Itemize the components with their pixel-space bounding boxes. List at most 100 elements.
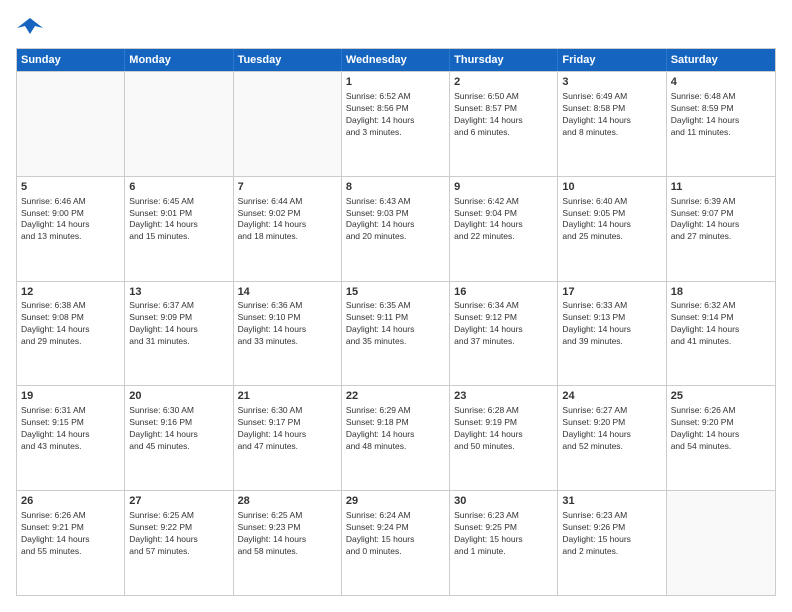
day-info: Sunrise: 6:38 AM Sunset: 9:08 PM Dayligh… <box>21 300 120 348</box>
day-number: 16 <box>454 285 553 300</box>
cal-cell: 12Sunrise: 6:38 AM Sunset: 9:08 PM Dayli… <box>17 282 125 386</box>
cal-week-row: 19Sunrise: 6:31 AM Sunset: 9:15 PM Dayli… <box>17 385 775 490</box>
cal-cell: 1Sunrise: 6:52 AM Sunset: 8:56 PM Daylig… <box>342 72 450 176</box>
header-friday: Friday <box>558 49 666 71</box>
calendar: Sunday Monday Tuesday Wednesday Thursday… <box>16 48 776 596</box>
cal-cell: 28Sunrise: 6:25 AM Sunset: 9:23 PM Dayli… <box>234 491 342 595</box>
day-number: 18 <box>671 285 771 300</box>
day-number: 19 <box>21 389 120 404</box>
day-info: Sunrise: 6:23 AM Sunset: 9:25 PM Dayligh… <box>454 510 553 558</box>
day-number: 21 <box>238 389 337 404</box>
cal-cell: 30Sunrise: 6:23 AM Sunset: 9:25 PM Dayli… <box>450 491 558 595</box>
cal-cell: 3Sunrise: 6:49 AM Sunset: 8:58 PM Daylig… <box>558 72 666 176</box>
day-number: 28 <box>238 494 337 509</box>
day-info: Sunrise: 6:26 AM Sunset: 9:21 PM Dayligh… <box>21 510 120 558</box>
cal-cell: 8Sunrise: 6:43 AM Sunset: 9:03 PM Daylig… <box>342 177 450 281</box>
day-info: Sunrise: 6:46 AM Sunset: 9:00 PM Dayligh… <box>21 196 120 244</box>
cal-cell: 2Sunrise: 6:50 AM Sunset: 8:57 PM Daylig… <box>450 72 558 176</box>
cal-week-row: 12Sunrise: 6:38 AM Sunset: 9:08 PM Dayli… <box>17 281 775 386</box>
day-info: Sunrise: 6:26 AM Sunset: 9:20 PM Dayligh… <box>671 405 771 453</box>
header-thursday: Thursday <box>450 49 558 71</box>
day-number: 23 <box>454 389 553 404</box>
cal-cell: 31Sunrise: 6:23 AM Sunset: 9:26 PM Dayli… <box>558 491 666 595</box>
day-info: Sunrise: 6:42 AM Sunset: 9:04 PM Dayligh… <box>454 196 553 244</box>
day-info: Sunrise: 6:39 AM Sunset: 9:07 PM Dayligh… <box>671 196 771 244</box>
cal-cell: 25Sunrise: 6:26 AM Sunset: 9:20 PM Dayli… <box>667 386 775 490</box>
day-number: 6 <box>129 180 228 195</box>
day-number: 22 <box>346 389 445 404</box>
cal-week-row: 5Sunrise: 6:46 AM Sunset: 9:00 PM Daylig… <box>17 176 775 281</box>
logo <box>16 16 46 38</box>
cal-cell: 15Sunrise: 6:35 AM Sunset: 9:11 PM Dayli… <box>342 282 450 386</box>
day-info: Sunrise: 6:29 AM Sunset: 9:18 PM Dayligh… <box>346 405 445 453</box>
day-number: 7 <box>238 180 337 195</box>
day-number: 17 <box>562 285 661 300</box>
day-number: 9 <box>454 180 553 195</box>
cal-cell: 13Sunrise: 6:37 AM Sunset: 9:09 PM Dayli… <box>125 282 233 386</box>
day-number: 1 <box>346 75 445 90</box>
day-number: 20 <box>129 389 228 404</box>
cal-cell: 21Sunrise: 6:30 AM Sunset: 9:17 PM Dayli… <box>234 386 342 490</box>
day-number: 8 <box>346 180 445 195</box>
day-info: Sunrise: 6:45 AM Sunset: 9:01 PM Dayligh… <box>129 196 228 244</box>
day-info: Sunrise: 6:28 AM Sunset: 9:19 PM Dayligh… <box>454 405 553 453</box>
cal-cell <box>17 72 125 176</box>
calendar-header-row: Sunday Monday Tuesday Wednesday Thursday… <box>17 49 775 71</box>
day-number: 27 <box>129 494 228 509</box>
day-info: Sunrise: 6:34 AM Sunset: 9:12 PM Dayligh… <box>454 300 553 348</box>
day-number: 4 <box>671 75 771 90</box>
day-info: Sunrise: 6:25 AM Sunset: 9:22 PM Dayligh… <box>129 510 228 558</box>
header <box>16 16 776 38</box>
day-number: 5 <box>21 180 120 195</box>
day-info: Sunrise: 6:33 AM Sunset: 9:13 PM Dayligh… <box>562 300 661 348</box>
day-number: 2 <box>454 75 553 90</box>
day-info: Sunrise: 6:24 AM Sunset: 9:24 PM Dayligh… <box>346 510 445 558</box>
day-info: Sunrise: 6:50 AM Sunset: 8:57 PM Dayligh… <box>454 91 553 139</box>
cal-cell <box>667 491 775 595</box>
day-info: Sunrise: 6:36 AM Sunset: 9:10 PM Dayligh… <box>238 300 337 348</box>
day-number: 29 <box>346 494 445 509</box>
cal-cell: 10Sunrise: 6:40 AM Sunset: 9:05 PM Dayli… <box>558 177 666 281</box>
day-number: 25 <box>671 389 771 404</box>
day-number: 11 <box>671 180 771 195</box>
day-number: 26 <box>21 494 120 509</box>
cal-cell: 4Sunrise: 6:48 AM Sunset: 8:59 PM Daylig… <box>667 72 775 176</box>
day-info: Sunrise: 6:35 AM Sunset: 9:11 PM Dayligh… <box>346 300 445 348</box>
cal-cell <box>125 72 233 176</box>
day-info: Sunrise: 6:30 AM Sunset: 9:17 PM Dayligh… <box>238 405 337 453</box>
cal-cell: 11Sunrise: 6:39 AM Sunset: 9:07 PM Dayli… <box>667 177 775 281</box>
day-info: Sunrise: 6:31 AM Sunset: 9:15 PM Dayligh… <box>21 405 120 453</box>
cal-cell: 22Sunrise: 6:29 AM Sunset: 9:18 PM Dayli… <box>342 386 450 490</box>
calendar-body: 1Sunrise: 6:52 AM Sunset: 8:56 PM Daylig… <box>17 71 775 595</box>
day-number: 3 <box>562 75 661 90</box>
cal-cell: 27Sunrise: 6:25 AM Sunset: 9:22 PM Dayli… <box>125 491 233 595</box>
day-number: 15 <box>346 285 445 300</box>
cal-cell <box>234 72 342 176</box>
cal-cell: 16Sunrise: 6:34 AM Sunset: 9:12 PM Dayli… <box>450 282 558 386</box>
day-info: Sunrise: 6:40 AM Sunset: 9:05 PM Dayligh… <box>562 196 661 244</box>
day-number: 13 <box>129 285 228 300</box>
header-monday: Monday <box>125 49 233 71</box>
cal-cell: 23Sunrise: 6:28 AM Sunset: 9:19 PM Dayli… <box>450 386 558 490</box>
cal-cell: 17Sunrise: 6:33 AM Sunset: 9:13 PM Dayli… <box>558 282 666 386</box>
cal-cell: 20Sunrise: 6:30 AM Sunset: 9:16 PM Dayli… <box>125 386 233 490</box>
cal-cell: 26Sunrise: 6:26 AM Sunset: 9:21 PM Dayli… <box>17 491 125 595</box>
cal-week-row: 26Sunrise: 6:26 AM Sunset: 9:21 PM Dayli… <box>17 490 775 595</box>
cal-cell: 18Sunrise: 6:32 AM Sunset: 9:14 PM Dayli… <box>667 282 775 386</box>
day-number: 31 <box>562 494 661 509</box>
cal-cell: 24Sunrise: 6:27 AM Sunset: 9:20 PM Dayli… <box>558 386 666 490</box>
logo-bird-icon <box>17 16 43 38</box>
day-info: Sunrise: 6:48 AM Sunset: 8:59 PM Dayligh… <box>671 91 771 139</box>
day-info: Sunrise: 6:49 AM Sunset: 8:58 PM Dayligh… <box>562 91 661 139</box>
day-info: Sunrise: 6:37 AM Sunset: 9:09 PM Dayligh… <box>129 300 228 348</box>
cal-cell: 29Sunrise: 6:24 AM Sunset: 9:24 PM Dayli… <box>342 491 450 595</box>
cal-cell: 5Sunrise: 6:46 AM Sunset: 9:00 PM Daylig… <box>17 177 125 281</box>
cal-cell: 14Sunrise: 6:36 AM Sunset: 9:10 PM Dayli… <box>234 282 342 386</box>
day-info: Sunrise: 6:23 AM Sunset: 9:26 PM Dayligh… <box>562 510 661 558</box>
header-tuesday: Tuesday <box>234 49 342 71</box>
cal-week-row: 1Sunrise: 6:52 AM Sunset: 8:56 PM Daylig… <box>17 71 775 176</box>
day-number: 24 <box>562 389 661 404</box>
cal-cell: 19Sunrise: 6:31 AM Sunset: 9:15 PM Dayli… <box>17 386 125 490</box>
cal-cell: 6Sunrise: 6:45 AM Sunset: 9:01 PM Daylig… <box>125 177 233 281</box>
cal-cell: 7Sunrise: 6:44 AM Sunset: 9:02 PM Daylig… <box>234 177 342 281</box>
